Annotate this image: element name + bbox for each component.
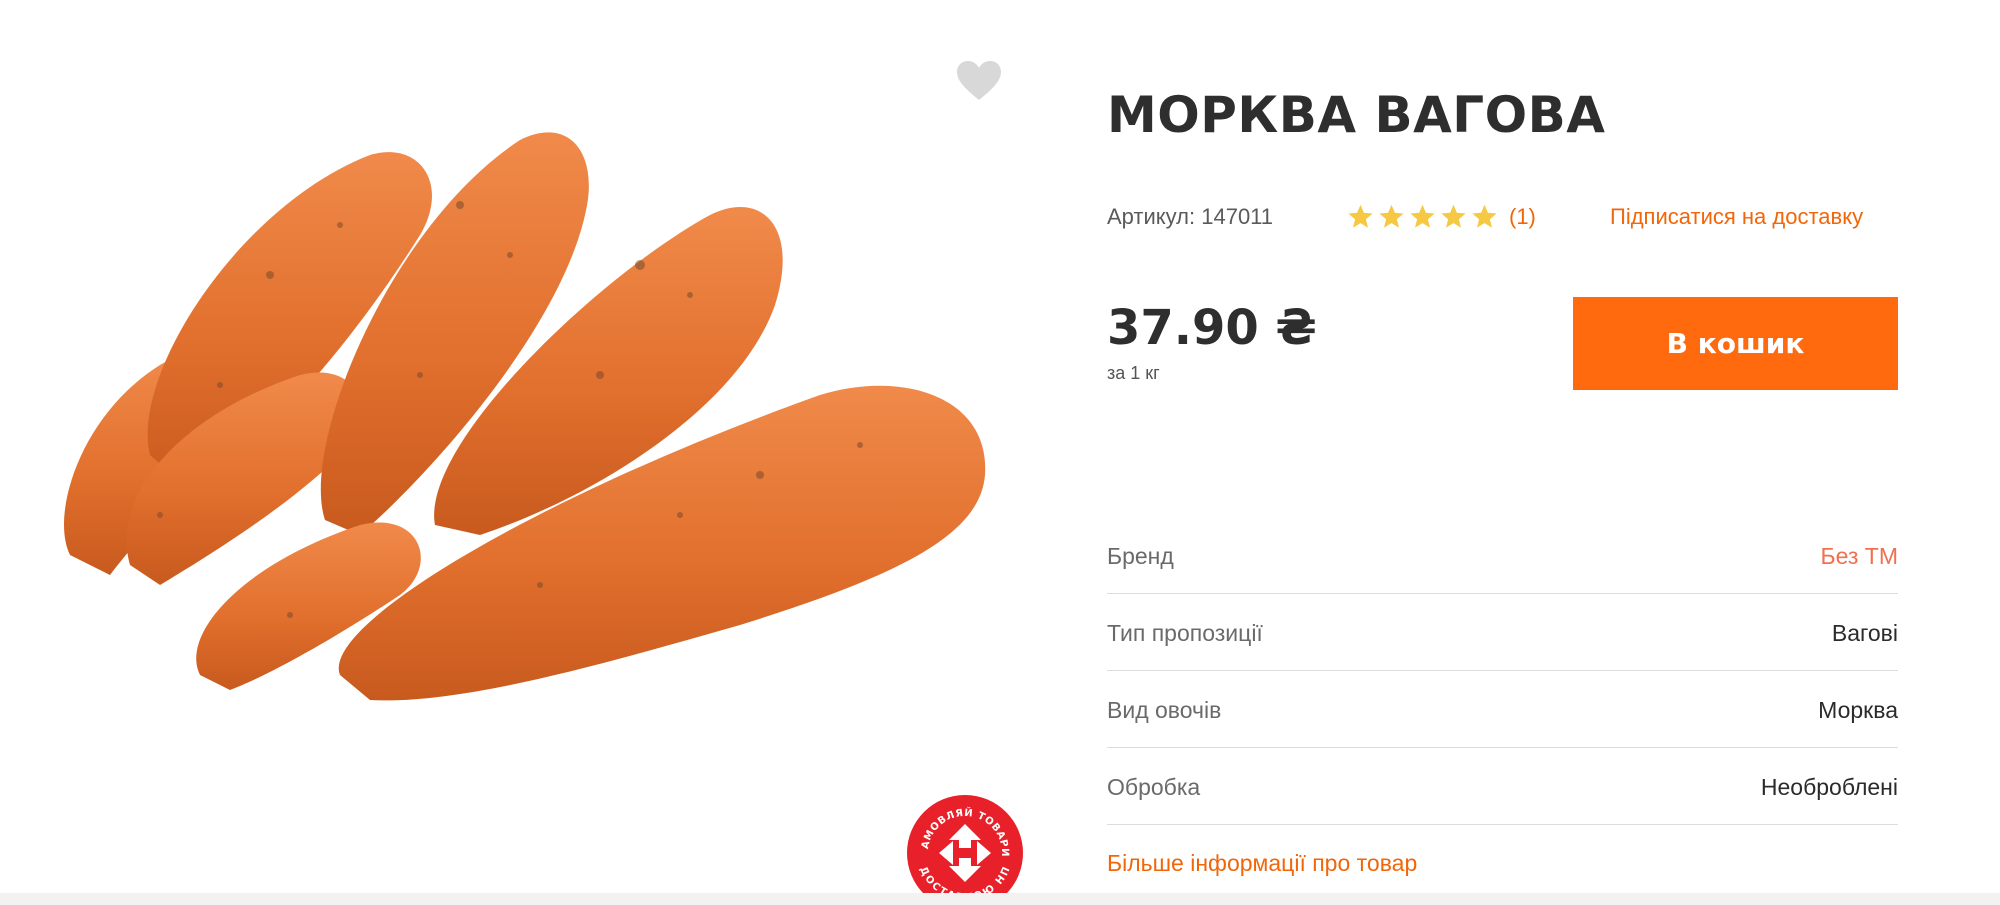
product-image[interactable] — [40, 115, 1020, 725]
product-sku: Артикул: 147011 — [1107, 204, 1274, 229]
star-icon — [1472, 204, 1497, 228]
page-bottom-divider — [0, 893, 2000, 905]
product-attributes: Бренд Без ТМ Тип пропозиції Вагові Вид о… — [1107, 517, 1898, 825]
attribute-row-processing: Обробка Необроблені — [1107, 748, 1898, 825]
product-info: МОРКВА ВАГОВА Артикул: 147011 (1) Підпис… — [1107, 0, 1900, 905]
rating-count-link[interactable]: (1) — [1509, 204, 1536, 230]
star-icon — [1441, 204, 1466, 228]
more-info-link[interactable]: Більше інформації про товар — [1107, 850, 1417, 877]
attribute-row-offer-type: Тип пропозиції Вагові — [1107, 594, 1898, 671]
star-icon — [1410, 204, 1435, 228]
product-page: ЗАМОВЛЯЙ ТОВАРИ ДОСТАВКОЮ НП МОРКВА ВАГО… — [0, 0, 2000, 905]
attribute-label: Тип пропозиції — [1107, 620, 1263, 646]
attribute-label: Вид овочів — [1107, 697, 1222, 723]
attribute-label: Бренд — [1107, 543, 1174, 569]
nova-poshta-badge[interactable]: ЗАМОВЛЯЙ ТОВАРИ ДОСТАВКОЮ НП — [906, 794, 1024, 905]
price-unit: за 1 кг — [1107, 363, 1160, 383]
product-gallery: ЗАМОВЛЯЙ ТОВАРИ ДОСТАВКОЮ НП — [20, 20, 1023, 905]
add-to-cart-button[interactable]: В кошик — [1573, 297, 1898, 390]
product-meta: Артикул: 147011 (1) Підписатися на доста… — [1107, 200, 1900, 234]
brand-link[interactable]: Без ТМ — [1820, 543, 1898, 570]
rating-stars[interactable] — [1347, 203, 1498, 230]
star-icon — [1348, 204, 1373, 228]
favorite-heart-icon[interactable] — [956, 60, 1002, 102]
attribute-row-brand: Бренд Без ТМ — [1107, 517, 1898, 594]
attribute-value: Морква — [1818, 697, 1898, 723]
product-title: МОРКВА ВАГОВА — [1107, 86, 1606, 144]
attribute-value: Необроблені — [1760, 774, 1898, 800]
subscribe-delivery-link[interactable]: Підписатися на доставку — [1610, 204, 1863, 230]
attribute-row-vegetable-type: Вид овочів Морква — [1107, 671, 1898, 748]
attribute-value: Вагові — [1831, 620, 1898, 646]
star-icon — [1379, 204, 1404, 228]
attribute-label: Обробка — [1107, 774, 1201, 800]
product-price: 37.90 ₴ — [1107, 300, 1317, 356]
